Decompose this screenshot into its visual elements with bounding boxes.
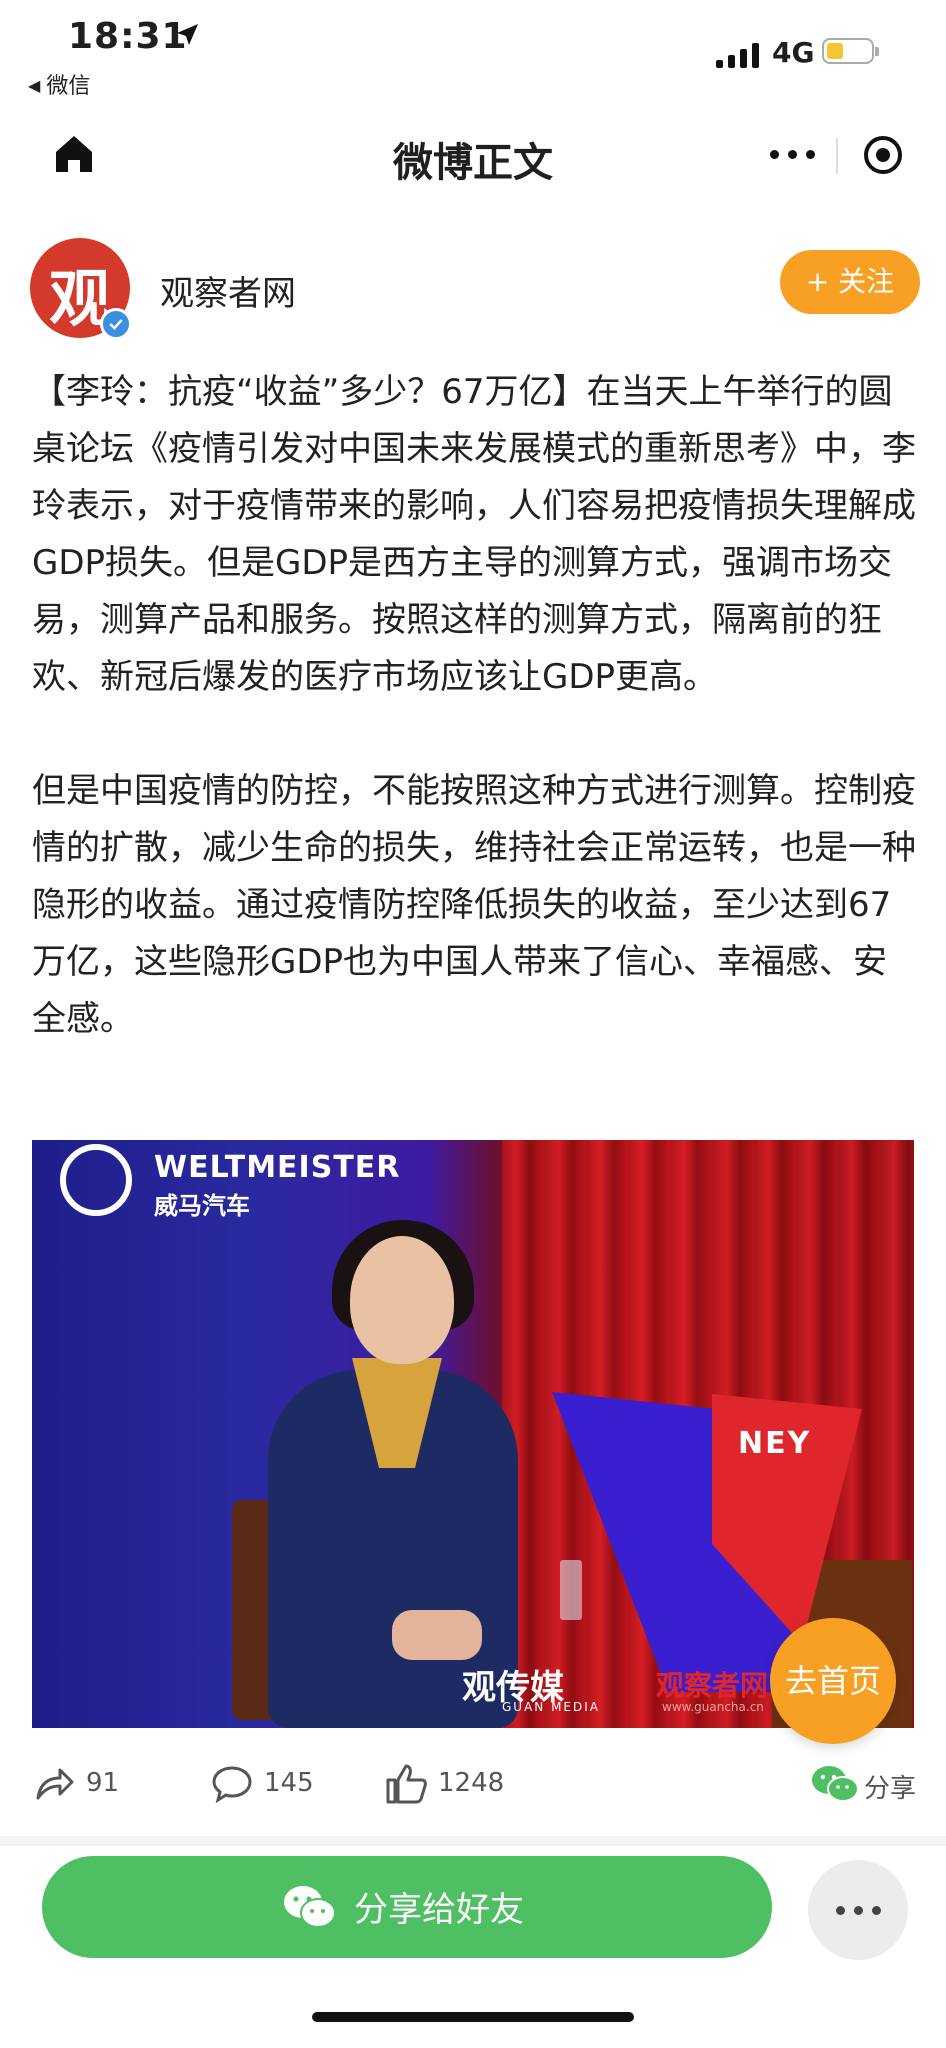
- sponsor-logo-icon: [60, 1144, 132, 1216]
- more-options-button[interactable]: [808, 1860, 908, 1960]
- wechat-icon: [812, 1766, 859, 1802]
- back-triangle-icon: ◀: [28, 76, 41, 95]
- share-to-friends-button[interactable]: 分享给好友: [42, 1856, 772, 1958]
- watermark-guancha: 观察者网: [656, 1669, 769, 1702]
- go-home-button[interactable]: 去首页: [770, 1618, 896, 1744]
- wechat-icon: [284, 1886, 336, 1928]
- author-name[interactable]: 观察者网: [160, 266, 296, 315]
- share-label: 分享: [864, 1774, 917, 1804]
- follow-button[interactable]: + 关注: [780, 250, 920, 314]
- share-wechat-button[interactable]: 分享: [810, 1762, 920, 1806]
- like-button[interactable]: 1248: [384, 1762, 514, 1806]
- like-icon: [386, 1764, 427, 1804]
- repost-count: 91: [86, 1768, 120, 1798]
- watermark-guancha-url: www.guancha.cn: [662, 1700, 764, 1714]
- author-row: 观 观察者网 + 关注: [30, 238, 920, 348]
- article-paragraph: 但是中国疫情的防控，不能按照这种方式进行测算。控制疫情的扩散，减少生命的损失，维…: [32, 771, 916, 1039]
- signal-icon: [716, 40, 762, 68]
- network-type: 4G: [772, 36, 815, 69]
- repost-icon: [36, 1768, 74, 1800]
- watermark-guan-media-sub: GUAN MEDIA: [502, 1700, 601, 1714]
- home-indicator: [312, 2012, 634, 2022]
- sponsor-logo-text: WELTMEISTER: [154, 1150, 401, 1185]
- battery-icon: [822, 38, 879, 64]
- repost-button[interactable]: 91: [32, 1762, 142, 1806]
- action-bar: 91 145 1248 分享: [30, 1744, 920, 1824]
- speaker-face: [350, 1236, 454, 1364]
- comment-count: 145: [264, 1768, 314, 1798]
- back-to-app-link[interactable]: ◀ 微信: [28, 68, 90, 100]
- speaker-hands: [392, 1610, 482, 1660]
- nav-divider: [836, 138, 838, 174]
- comment-icon: [212, 1766, 252, 1804]
- nav-bar: 微博正文: [0, 108, 946, 204]
- article-body: 【李玲：抗疫“收益”多少？67万亿】在当天上午举行的圆桌论坛《疫情引发对中国未来…: [32, 364, 918, 1048]
- like-count: 1248: [438, 1768, 505, 1798]
- article-paragraph: 【李玲：抗疫“收益”多少？67万亿】在当天上午举行的圆桌论坛《疫情引发对中国未来…: [32, 372, 916, 697]
- verified-icon: [100, 308, 132, 340]
- comment-button[interactable]: 145: [210, 1762, 330, 1806]
- location-arrow-icon: [177, 24, 198, 45]
- more-dots-icon[interactable]: [764, 140, 824, 170]
- sponsor-logo-cn: 威马汽车: [154, 1192, 250, 1220]
- divider: [0, 1836, 946, 1846]
- share-to-friends-label: 分享给好友: [354, 1890, 524, 1930]
- water-glass: [560, 1560, 582, 1620]
- status-time: 18:31: [68, 16, 188, 57]
- stage-sign-text: NEY: [738, 1426, 812, 1461]
- back-app-label: 微信: [46, 74, 91, 99]
- target-icon[interactable]: [862, 134, 904, 176]
- status-bar: 18:31 ◀ 微信 4G: [0, 0, 946, 108]
- article-photo[interactable]: WELTMEISTER 威马汽车 NEY 观传媒 GUAN MEDIA 观察者网…: [32, 1140, 914, 1728]
